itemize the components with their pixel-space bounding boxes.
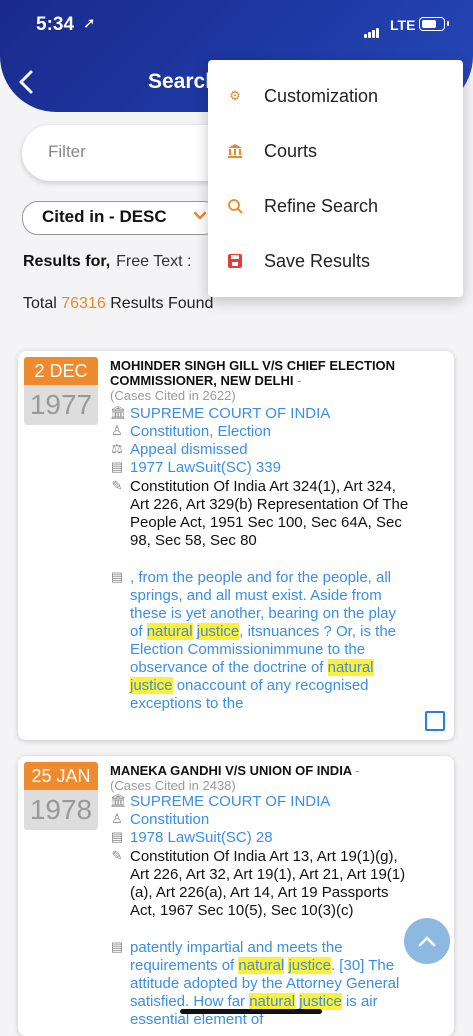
status-bar: 5:34 ➚ LTE [0, 0, 473, 50]
chevron-down-icon [193, 208, 207, 225]
court-icon: 🏛 [110, 405, 127, 420]
battery-icon [419, 17, 445, 31]
status-time: 5:34 [36, 14, 75, 35]
acts-text: Constitution Of India Art 13, Art 19(1)(… [130, 848, 406, 919]
case-date: 25 JAN [24, 762, 98, 790]
sort-label: Cited in - DESC [42, 207, 167, 226]
acts-text: Constitution Of India Art 324(1), Art 32… [130, 478, 409, 549]
court-icon: 🏛 [110, 793, 127, 808]
menu-item-save-results[interactable]: Save Results [208, 234, 463, 289]
results-for: Results for, Free Text : [23, 253, 191, 271]
menu-item-label: Customization [264, 86, 379, 106]
select-checkbox[interactable] [425, 711, 445, 731]
free-text-label: Free Text : [116, 253, 192, 270]
excerpt-icon: ▤ [110, 569, 124, 584]
citation[interactable]: 1978 LawSuit(SC) 28 [130, 829, 412, 847]
gavel-icon: ⚖ [111, 441, 123, 456]
chevron-up-icon [418, 936, 436, 947]
subject[interactable]: Constitution [130, 811, 412, 829]
results-total: Total 76316 Results Found [23, 295, 213, 313]
gear-icon: ⚙ [229, 88, 241, 103]
menu-item-courts[interactable]: Courts [208, 124, 463, 179]
acts-icon: ✎ [111, 478, 123, 493]
excerpt-text[interactable]: patently impartial and meets the require… [130, 939, 412, 1029]
battery-tip [447, 21, 449, 26]
excerpt-text[interactable]: , from the people and for the people, al… [130, 569, 412, 713]
court-icon [227, 143, 243, 159]
cases-cited: (Cases Cited in 2622) [110, 388, 236, 403]
signal-icon [364, 20, 380, 38]
scroll-to-top-button[interactable] [404, 918, 450, 964]
person-icon: ♙ [111, 423, 123, 438]
case-card[interactable]: 2 DEC 1977 MOHINDER SINGH GILL V/S CHIEF… [18, 351, 454, 740]
document-icon: ▤ [110, 459, 124, 474]
total-suffix: Results Found [110, 295, 214, 312]
results-count: 76316 [61, 295, 106, 312]
case-result[interactable]: Appeal dismissed [130, 441, 412, 459]
menu-item-customization[interactable]: ⚙ Customization [208, 69, 463, 124]
case-date: 2 DEC [24, 357, 98, 385]
person-icon: ♙ [111, 811, 123, 826]
excerpt-icon: ▤ [110, 939, 124, 954]
menu-item-label: Courts [264, 141, 318, 161]
menu-item-label: Save Results [264, 251, 371, 271]
case-year: 1978 [24, 790, 98, 830]
carrier-label: LTE [390, 17, 416, 33]
search-refine-icon [227, 198, 243, 214]
save-icon [227, 253, 243, 269]
total-prefix: Total [23, 295, 57, 312]
back-arrow-icon[interactable] [16, 68, 40, 96]
menu-item-refine-search[interactable]: Refine Search [208, 179, 463, 234]
home-indicator [180, 1009, 322, 1014]
citation[interactable]: 1977 LawSuit(SC) 339 [130, 459, 412, 477]
menu-item-label: Refine Search [264, 196, 379, 216]
case-year: 1977 [24, 385, 98, 425]
subject[interactable]: Constitution, Election [130, 423, 412, 441]
sort-dropdown[interactable]: Cited in - DESC [22, 201, 220, 235]
case-title[interactable]: MANEKA GANDHI V/S UNION OF INDIA - [110, 763, 430, 778]
case-title[interactable]: MOHINDER SINGH GILL V/S CHIEF ELECTION C… [110, 358, 430, 388]
date-badge: 25 JAN 1978 [24, 762, 98, 830]
date-badge: 2 DEC 1977 [24, 357, 98, 425]
court-name[interactable]: SUPREME COURT OF INDIA [130, 793, 412, 811]
cases-cited: (Cases Cited in 2438) [110, 778, 236, 793]
location-icon: ➚ [83, 15, 96, 32]
case-card[interactable]: 25 JAN 1978 MANEKA GANDHI V/S UNION OF I… [18, 756, 454, 1036]
document-icon: ▤ [110, 829, 124, 844]
acts-icon: ✎ [111, 848, 123, 863]
court-name[interactable]: SUPREME COURT OF INDIA [130, 405, 412, 423]
results-for-label: Results for, [23, 253, 111, 270]
options-menu: ⚙ Customization Courts Refine Search Sav… [208, 60, 463, 297]
